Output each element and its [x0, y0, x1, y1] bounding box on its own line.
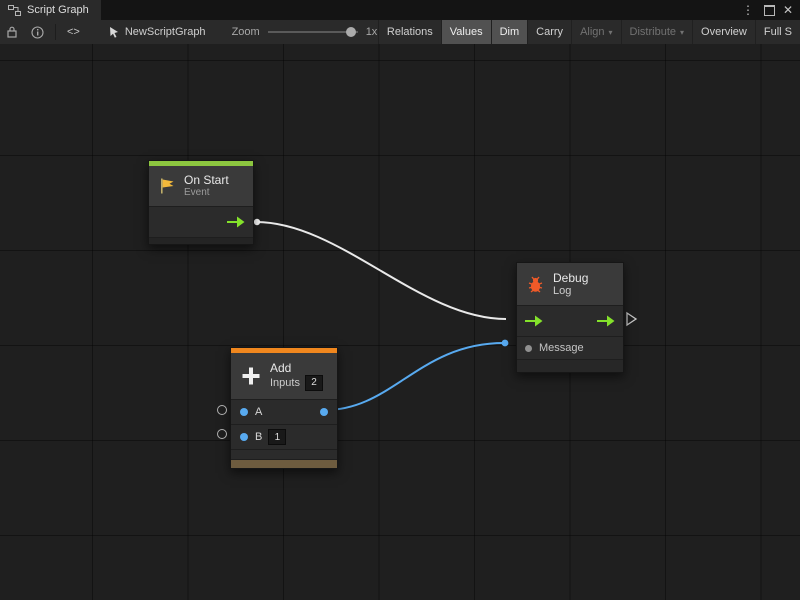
add-port-a-row: A [231, 399, 337, 424]
distribute-label: Distribute [630, 26, 676, 38]
add-header[interactable]: Add Inputs 2 [231, 353, 337, 399]
lock-icon[interactable] [0, 20, 24, 44]
port-a-literal-ring[interactable] [217, 405, 227, 415]
add-subtitle: Inputs 2 [270, 375, 323, 391]
debug-header[interactable]: Debug Log [517, 263, 623, 305]
port-b-value-field[interactable]: 1 [268, 429, 286, 445]
code-icon[interactable]: <> [60, 20, 87, 44]
wire-start-dot [254, 219, 260, 225]
close-icon[interactable]: ✕ [783, 4, 793, 16]
add-inputs-count-field[interactable]: 2 [305, 375, 323, 391]
add-spacer [231, 449, 337, 459]
relations-button[interactable]: Relations [378, 20, 441, 44]
maximize-icon[interactable] [764, 5, 775, 16]
flow-output-arrow-icon[interactable] [227, 216, 245, 228]
toolbar-buttons: Relations Values Dim Carry Align ▾ Distr… [378, 20, 800, 44]
dim-button[interactable]: Dim [491, 20, 528, 44]
tab-script-graph[interactable]: Script Graph [0, 0, 101, 20]
zoom-label: Zoom [232, 26, 260, 38]
plus-icon [240, 365, 262, 387]
on-start-subtitle: Event [184, 187, 229, 199]
align-label: Align [580, 26, 604, 38]
overview-button[interactable]: Overview [692, 20, 755, 44]
on-start-header[interactable]: On Start Event [149, 166, 253, 206]
graph-tab-icon [8, 5, 21, 16]
window-menu-icon[interactable]: ⋮ [740, 4, 756, 16]
node-add[interactable]: Add Inputs 2 A B 1 [230, 347, 338, 469]
add-output-dot[interactable] [320, 408, 328, 416]
values-button[interactable]: Values [441, 20, 491, 44]
node-debug-log[interactable]: Debug Log Message [516, 262, 624, 373]
message-port-dot[interactable] [525, 345, 532, 352]
message-port-label: Message [539, 342, 584, 354]
on-start-flow-row [149, 206, 253, 237]
graph-asset-icon [109, 26, 120, 38]
zoom-control: Zoom 1x [232, 26, 378, 38]
flag-icon [158, 177, 176, 195]
add-title: Add [270, 361, 323, 375]
zoom-slider-knob[interactable] [346, 27, 356, 37]
port-b-literal-ring[interactable] [217, 429, 227, 439]
distribute-dropdown[interactable]: Distribute ▾ [621, 20, 692, 44]
title-bar: Script Graph ⋮ ✕ [0, 0, 800, 20]
debug-flow-row [517, 305, 623, 336]
node-on-start[interactable]: On Start Event [148, 160, 254, 245]
flow-input-arrow-icon[interactable] [525, 315, 543, 327]
port-a-label: A [255, 406, 262, 418]
port-a-dot[interactable] [240, 408, 248, 416]
info-icon[interactable] [24, 20, 51, 44]
graph-toolbar: <> NewScriptGraph Zoom 1x Relations Valu… [0, 20, 800, 45]
carry-button[interactable]: Carry [527, 20, 571, 44]
fullscreen-button[interactable]: Full S [755, 20, 800, 44]
add-port-b-row: B 1 [231, 424, 337, 449]
tab-title: Script Graph [27, 4, 89, 16]
align-dropdown[interactable]: Align ▾ [571, 20, 620, 44]
debug-message-row: Message [517, 336, 623, 359]
port-b-dot[interactable] [240, 433, 248, 441]
toolbar-separator [55, 24, 56, 40]
on-start-title: On Start [184, 173, 229, 187]
debug-subtitle: Log [553, 285, 588, 297]
port-b-label: B [255, 431, 262, 443]
graph-name-label: NewScriptGraph [125, 26, 206, 38]
chevron-down-icon: ▾ [609, 28, 613, 37]
wire-layer [0, 44, 800, 600]
add-inputs-label: Inputs [270, 377, 300, 389]
on-start-footer [149, 237, 253, 244]
debug-title: Debug [553, 271, 588, 285]
wire-onstart-to-debug[interactable] [256, 222, 506, 319]
debug-footer [517, 359, 623, 372]
add-footer [231, 459, 337, 468]
zoom-slider[interactable] [268, 31, 358, 33]
graph-canvas[interactable]: On Start Event [0, 44, 800, 600]
graph-asset[interactable]: NewScriptGraph [109, 26, 206, 38]
flow-continue-triangle-icon [627, 313, 636, 325]
flow-output-arrow-icon[interactable] [597, 315, 615, 327]
bug-icon [526, 275, 545, 294]
wire-add-to-message[interactable] [322, 343, 504, 410]
wire-end-dot [502, 340, 509, 347]
zoom-value: 1x [366, 26, 378, 38]
chevron-down-icon: ▾ [680, 28, 684, 37]
